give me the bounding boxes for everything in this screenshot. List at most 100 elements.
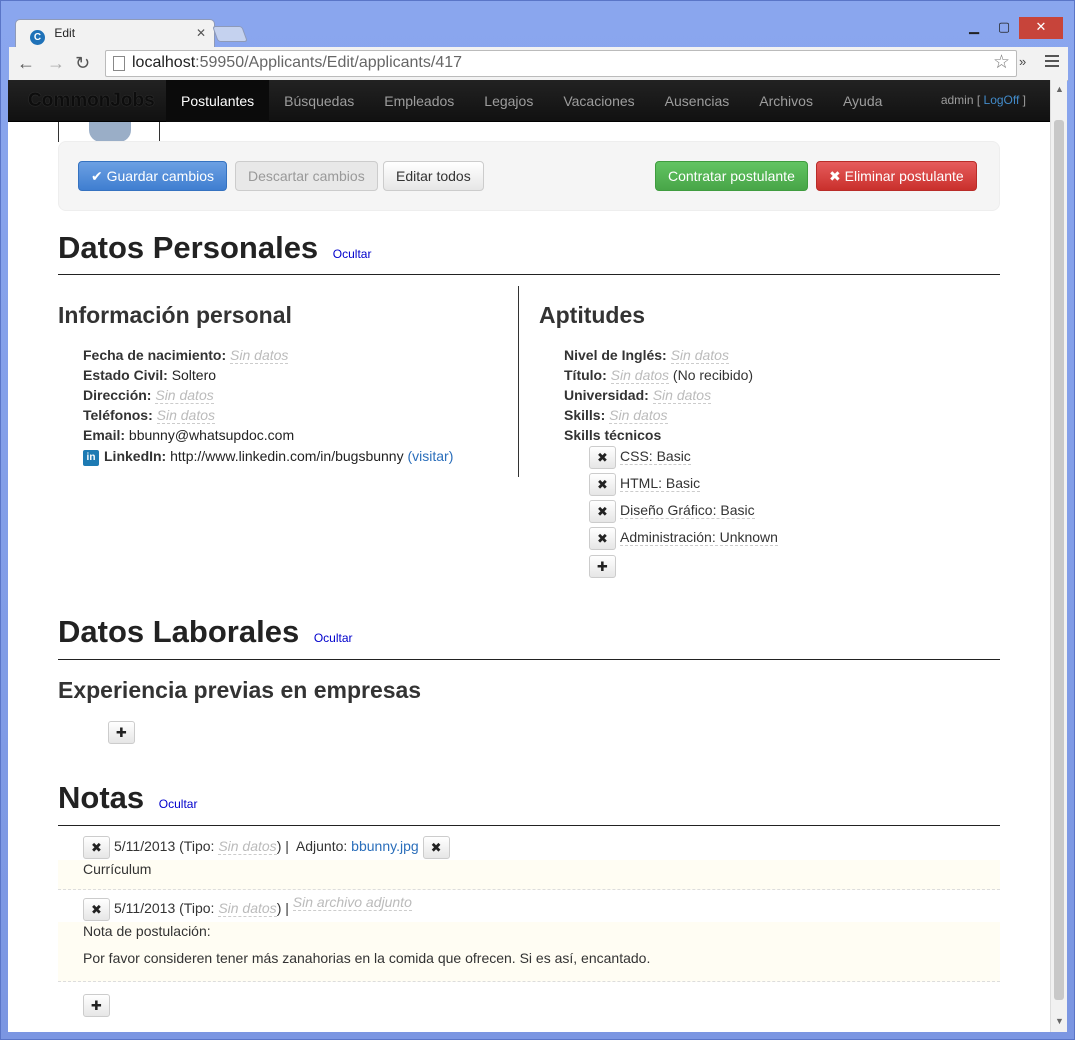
remove-note-button[interactable]: ✖ [83,836,110,859]
section-title-notes: Notas Ocultar [58,780,198,815]
save-button[interactable]: ✔ Guardar cambios [78,161,228,191]
english-value[interactable]: Sin datos [670,347,729,364]
tab-strip: C Edit ✕ ▁ ▢ ✕ [9,17,1069,47]
edit-all-button[interactable]: Editar todos [383,161,484,191]
linkedin-field: in LinkedIn: http://www.linkedin.com/in/b… [83,446,453,466]
note-type[interactable]: Sin datos [218,900,277,918]
attachment-link[interactable]: bbunny.jpg [351,838,418,854]
birth-field: Fecha de nacimiento: Sin datos [83,347,289,364]
back-icon[interactable]: ← [17,53,35,74]
section-title-work: Datos Laborales Ocultar [58,614,353,649]
nav-empleados[interactable]: Empleados [369,80,469,122]
university-value[interactable]: Sin datos [652,387,712,404]
browser-tab[interactable]: C Edit ✕ [15,19,215,47]
nav-archivos[interactable]: Archivos [744,80,828,122]
add-note-button[interactable]: ✚ [83,994,110,1017]
discard-button[interactable]: Descartar cambios [235,161,378,191]
page-icon [113,56,125,71]
main-nav: Postulantes Búsquedas Empleados Legajos … [166,80,897,122]
nav-ayuda[interactable]: Ayuda [828,80,897,122]
delete-button[interactable]: ✖ Eliminar postulante [816,161,977,191]
scroll-down-icon[interactable]: ▼ [1055,1016,1064,1026]
phones-value[interactable]: Sin datos [156,407,216,424]
scroll-thumb[interactable] [1054,120,1064,1000]
skills-field: Skills: Sin datos [564,407,668,424]
remove-note-button[interactable]: ✖ [83,898,110,921]
english-field: Nivel de Inglés: Sin datos [564,347,729,364]
degree-status[interactable]: (No recibido) [673,367,753,383]
note-body[interactable]: Nota de postulación: Por favor considere… [58,922,1000,982]
note-date: 5/11/2013 [114,838,176,855]
url-path: :59950/Applicants/Edit/applicants/417 [195,54,463,71]
close-window-icon[interactable]: ✕ [1019,17,1063,39]
remove-attachment-button[interactable]: ✖ [422,836,450,859]
linkedin-icon: in [83,450,99,466]
check-icon: ✔ [91,168,103,184]
address-bar[interactable]: localhost:59950/Applicants/Edit/applican… [105,50,1017,77]
nav-busquedas[interactable]: Búsquedas [269,80,369,122]
note-header: ✖ 5/11/2013 (Tipo: Sin datos) | Adjunto: … [83,836,454,859]
skills-title: Aptitudes [539,302,646,328]
tech-skills-label: Skills técnicos [564,427,662,443]
new-tab-button[interactable] [212,26,248,42]
brand-logo[interactable]: CommonJobs [28,90,155,112]
tech-skill-item: ✖ Administración: Unknown [589,527,778,550]
remove-skill-button[interactable]: ✖ [589,500,616,523]
menu-icon[interactable] [1045,55,1059,70]
address-value[interactable]: Sin datos [155,387,214,404]
minimize-icon[interactable]: ▁ [959,17,989,39]
user-area: admin [ LogOff ] [940,93,1026,107]
forward-icon[interactable]: → [47,53,65,74]
note-type[interactable]: Sin datos [218,838,277,856]
window-controls: ▁ ▢ ✕ [959,17,1063,39]
linkedin-visit-link[interactable]: (visitar) [407,448,453,464]
divider [58,659,1000,660]
note-body[interactable]: Currículum [58,860,1000,890]
hire-button[interactable]: Contratar postulante [655,161,808,191]
column-divider [518,286,519,477]
nav-legajos[interactable]: Legajos [469,80,548,122]
email-value[interactable]: bbunny@whatsupdoc.com [129,427,294,443]
note-date: 5/11/2013 [114,900,176,917]
remove-skill-button[interactable]: ✖ [589,446,616,469]
address-field: Dirección: Sin datos [83,387,214,404]
maximize-icon[interactable]: ▢ [989,17,1019,39]
add-skill: ✚ [589,555,620,578]
remove-skill-button[interactable]: ✖ [589,527,616,550]
username: admin [940,93,974,107]
reload-icon[interactable]: ↻ [75,53,90,74]
close-tab-icon[interactable]: ✕ [196,26,206,40]
extensions-overflow-icon[interactable]: » [1019,54,1026,69]
applicant-photo[interactable] [58,122,160,142]
linkedin-value[interactable]: http://www.linkedin.com/in/bugsbunny [170,448,403,464]
email-field: Email: bbunny@whatsupdoc.com [83,427,295,443]
toggle-notes-link[interactable]: Ocultar [159,797,198,811]
nav-postulantes[interactable]: Postulantes [166,80,270,122]
x-icon: ✖ [829,168,841,184]
remove-skill-button[interactable]: ✖ [589,473,616,496]
degree-value[interactable]: Sin datos [610,367,670,384]
experience-title: Experiencia previas en empresas [58,677,422,703]
add-experience-button[interactable]: ✚ [108,721,135,744]
logoff-link[interactable]: LogOff [984,93,1020,107]
add-skill-button[interactable]: ✚ [589,555,616,578]
scroll-up-icon[interactable]: ▲ [1055,84,1064,94]
bookmark-star-icon[interactable]: ☆ [993,51,1010,74]
toggle-work-link[interactable]: Ocultar [314,631,353,645]
tab-title: Edit [54,26,76,40]
nav-vacaciones[interactable]: Vacaciones [548,80,649,122]
civil-value[interactable]: Soltero [172,367,216,383]
url-host: localhost [132,54,196,71]
action-bar: ✔ Guardar cambios Descartar cambios Edit… [58,141,1000,211]
skills-value[interactable]: Sin datos [609,407,668,424]
phones-field: Teléfonos: Sin datos [83,407,216,424]
browser-toolbar: ← → ↻ localhost:59950/Applicants/Edit/ap… [9,47,1068,81]
upload-attachment[interactable]: Sin archivo adjunto [292,894,412,912]
toggle-personal-link[interactable]: Ocultar [333,247,372,261]
nav-ausencias[interactable]: Ausencias [650,80,745,122]
info-title: Información personal [58,302,292,328]
vertical-scrollbar[interactable]: ▲ ▼ [1050,80,1067,1032]
tech-skill-item: ✖ CSS: Basic [589,446,691,469]
birth-value[interactable]: Sin datos [230,347,289,364]
degree-field: Título: Sin datos (No recibido) [564,367,754,384]
